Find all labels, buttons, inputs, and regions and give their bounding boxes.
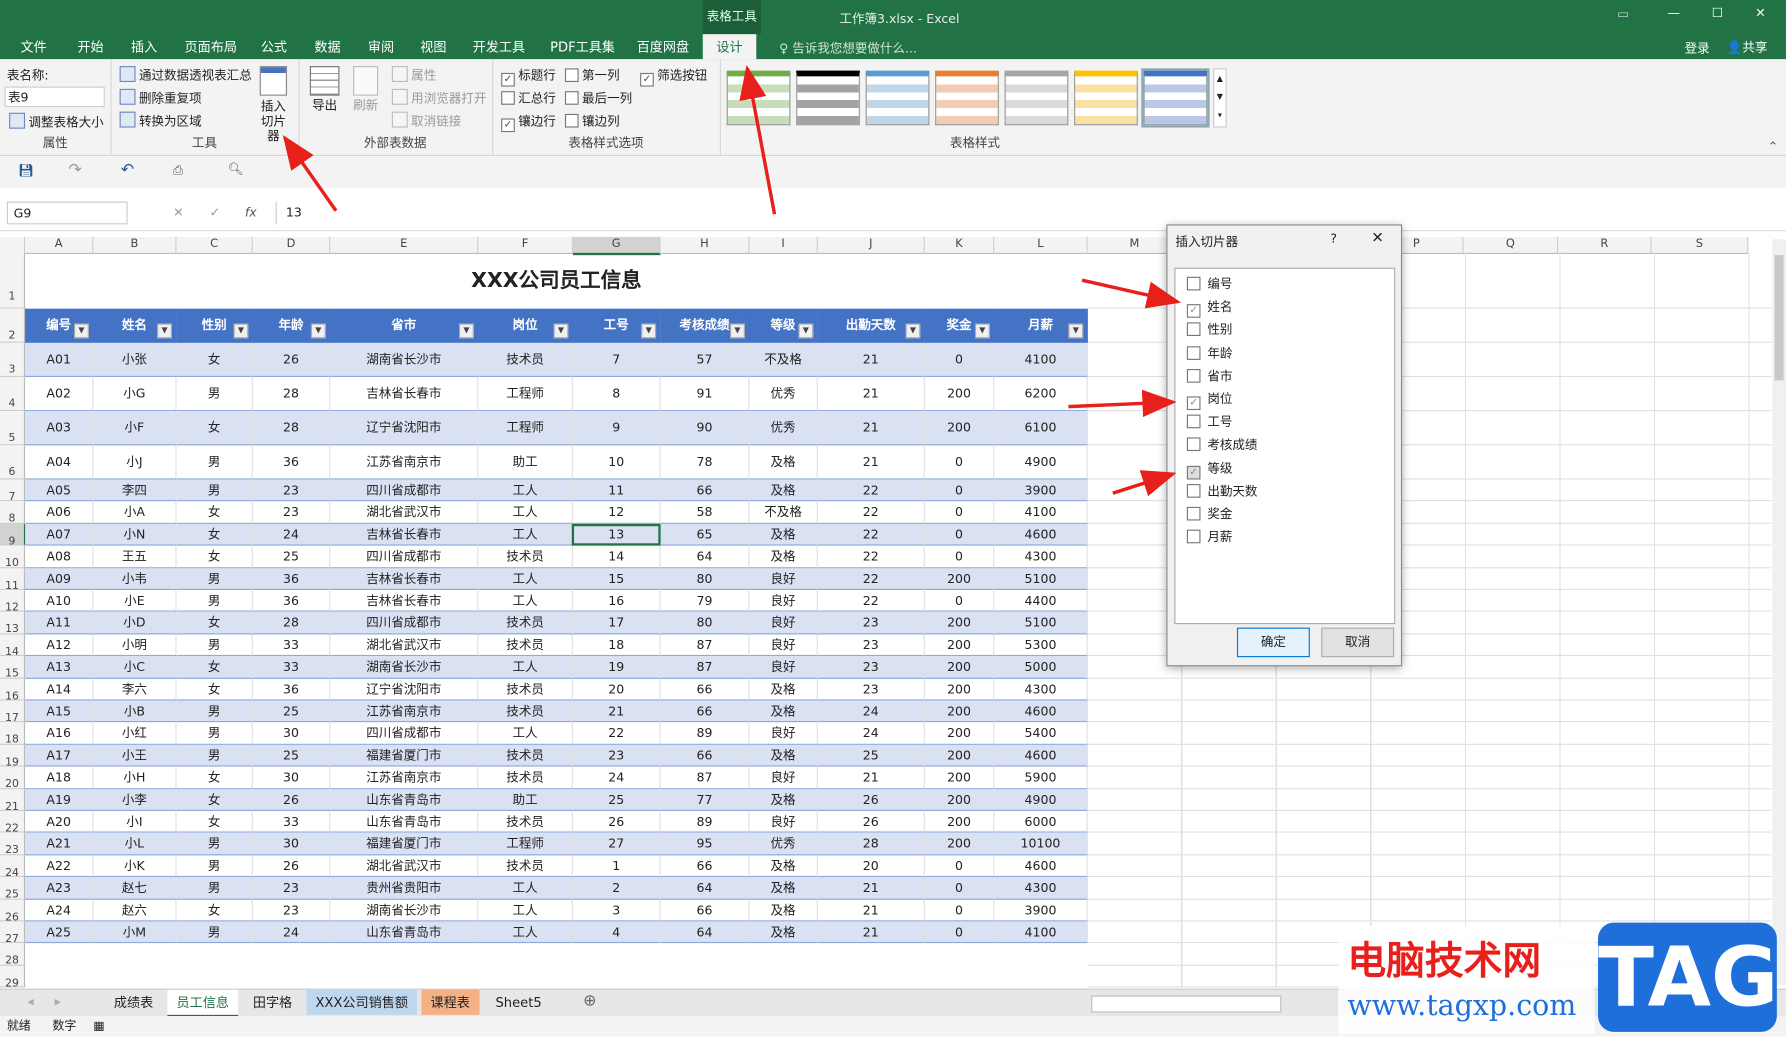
tag-logo: TAG	[1598, 922, 1778, 1032]
arrow-to-slicer	[282, 135, 338, 212]
annotation-arrows	[282, 64, 1182, 497]
watermark-cn: 电脑技术网	[1347, 938, 1542, 985]
excel-window: 表格工具 工作簿3.xlsx - Excel ▭ — ☐ ✕ 文件 开始 插入 页面布…	[0, 0, 1786, 1037]
watermark-url: www.tagxp.com	[1347, 988, 1577, 1022]
arrow-to-name	[1081, 278, 1182, 309]
arrow-to-design-tab	[739, 64, 777, 215]
arrow-to-position	[1068, 389, 1177, 418]
arrow-to-grade	[1112, 470, 1177, 497]
watermark: 电脑技术网 www.tagxp.com	[1338, 924, 1595, 1035]
